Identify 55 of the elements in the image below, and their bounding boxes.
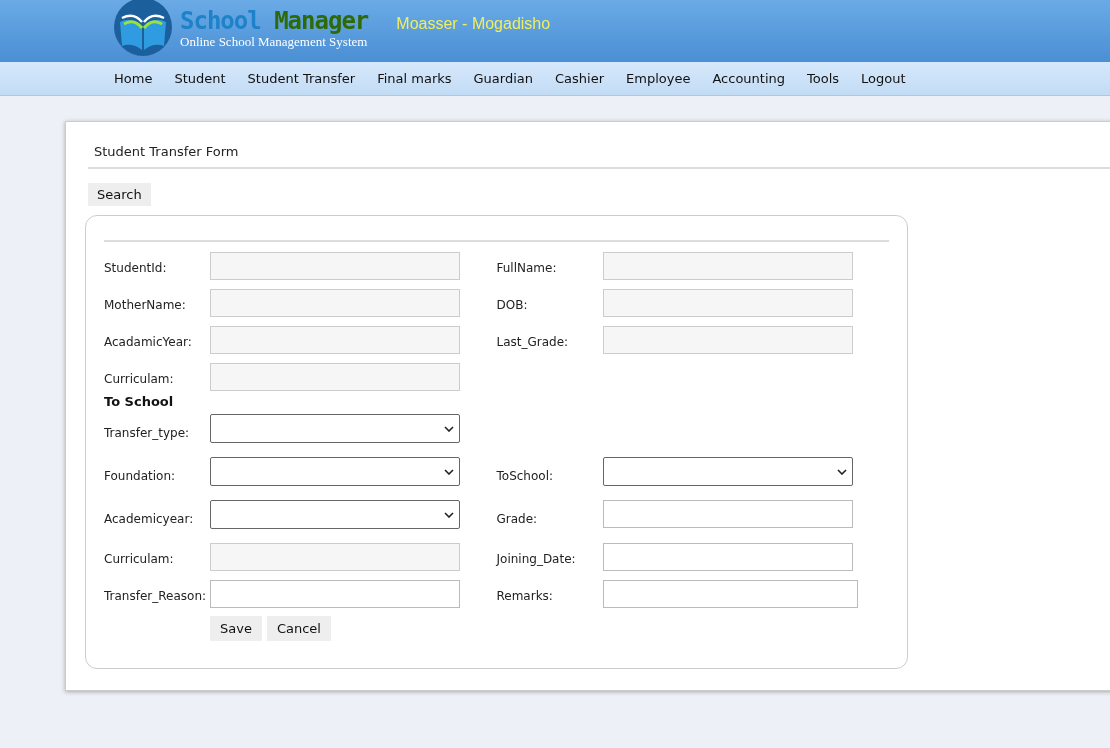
- dropdown[interactable]: [602, 457, 853, 486]
- input-field[interactable]: [602, 543, 853, 571]
- input-field[interactable]: [602, 580, 858, 608]
- nav-link[interactable]: Home: [103, 71, 164, 86]
- input-field[interactable]: [602, 326, 853, 354]
- form-button[interactable]: Save: [210, 616, 262, 641]
- logo-title: Manager: [274, 7, 369, 35]
- dropdown[interactable]: [210, 500, 460, 529]
- dropdown[interactable]: [210, 457, 460, 486]
- nav-link[interactable]: Final marks: [366, 71, 463, 86]
- school-name: Moasser - Mogadisho: [396, 15, 551, 33]
- nav-link[interactable]: Student: [163, 71, 237, 86]
- field-label: Last_Grade:: [496, 334, 570, 349]
- field-label: Remarks:: [496, 588, 554, 603]
- chevron-down-icon: [444, 511, 454, 518]
- field-label: Foundation:: [104, 468, 177, 483]
- field-label: Transfer_type:: [104, 425, 191, 440]
- form-button[interactable]: Cancel: [266, 616, 331, 641]
- logo-title: School: [180, 7, 261, 35]
- nav-link[interactable]: Student Transfer: [236, 71, 367, 86]
- chevron-down-icon: [444, 468, 454, 475]
- field-label: Transfer_Reason:: [104, 588, 208, 603]
- field-label: ToSchool:: [496, 468, 554, 483]
- field-label: FullName:: [496, 260, 558, 275]
- nav-link[interactable]: Guardian: [462, 71, 544, 86]
- nav-link[interactable]: Logout: [850, 71, 917, 86]
- chevron-down-icon: [444, 425, 454, 432]
- search-button[interactable]: Search: [88, 183, 151, 206]
- input-field[interactable]: [602, 252, 853, 280]
- input-field[interactable]: [210, 252, 460, 280]
- input-field[interactable]: [210, 363, 460, 391]
- input-field[interactable]: [210, 543, 460, 571]
- nav-link[interactable]: Employee: [615, 71, 702, 86]
- field-label: Curriculam:: [104, 371, 175, 386]
- nav-link[interactable]: Cashier: [544, 71, 616, 86]
- field-label: Academicyear:: [104, 511, 195, 526]
- section-heading: To School: [104, 394, 175, 411]
- field-label: Curriculam:: [104, 551, 175, 566]
- input-field[interactable]: [210, 326, 460, 354]
- input-field[interactable]: [602, 500, 853, 528]
- input-field[interactable]: [210, 580, 460, 608]
- input-field[interactable]: [602, 289, 853, 317]
- field-label: StudentId:: [104, 260, 168, 275]
- form-title: Student Transfer Form: [94, 144, 239, 159]
- input-field[interactable]: [210, 289, 460, 317]
- logo-subtitle: Online School Management System: [180, 34, 369, 50]
- dropdown[interactable]: [210, 414, 460, 443]
- field-label: Grade:: [496, 511, 539, 526]
- field-label: DOB:: [496, 297, 529, 312]
- nav-link[interactable]: Accounting: [701, 71, 796, 86]
- field-label: MotherName:: [104, 297, 187, 312]
- field-label: AcadamicYear:: [104, 334, 193, 349]
- field-label: Joining_Date:: [496, 551, 577, 566]
- chevron-down-icon: [836, 468, 847, 475]
- nav-link[interactable]: Tools: [796, 71, 851, 86]
